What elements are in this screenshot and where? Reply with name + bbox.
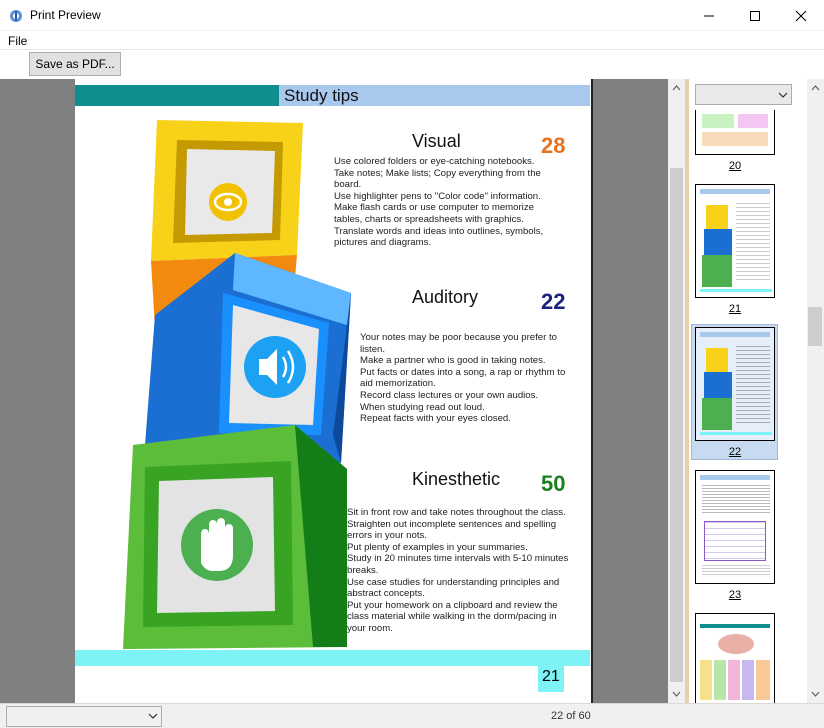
thumbnail-page-24[interactable] (695, 613, 775, 703)
chevron-down-icon (148, 713, 158, 719)
page-indicator: 22 of 60 (551, 710, 591, 722)
minimize-icon (704, 15, 714, 16)
scroll-up-icon (672, 85, 681, 91)
section-heading-visual: Visual (412, 131, 461, 151)
section-count-kinesthetic: 50 (541, 471, 566, 496)
zoom-dropdown[interactable] (6, 706, 162, 727)
thumbnail-label-22[interactable]: 22 (695, 446, 775, 458)
close-button[interactable] (778, 0, 824, 31)
section-text-kinesthetic: Sit in front row and take notes througho… (347, 507, 569, 634)
section-heading-kinesthetic: Kinesthetic (412, 469, 501, 489)
section-count-auditory: 22 (541, 289, 566, 314)
thumbnail-label-23[interactable]: 23 (695, 589, 775, 601)
thumbnail-page-22[interactable] (695, 327, 775, 441)
scroll-up-icon (811, 85, 820, 91)
print-preview-icon (10, 10, 22, 22)
thumbnail-label-20[interactable]: 20 (695, 160, 775, 172)
thumbnail-page-20[interactable] (695, 110, 775, 155)
thumbnail-label-21[interactable]: 21 (695, 303, 775, 315)
title-bar: Print Preview (0, 0, 824, 31)
chevron-down-icon (778, 92, 788, 98)
footer-bar (75, 650, 590, 666)
preview-page: Study tips Visual 28 Use colored folders… (75, 79, 591, 703)
menu-bar: File (0, 31, 824, 50)
section-text-visual: Use colored folders or eye-catching note… (334, 156, 544, 249)
page-number: 21 (542, 668, 560, 685)
scroll-down-icon (811, 691, 820, 697)
maximize-button[interactable] (732, 0, 778, 31)
thumbnail-scroll-thumb[interactable] (808, 307, 822, 346)
scroll-down-icon (672, 691, 681, 697)
save-as-pdf-button[interactable]: Save as PDF... (29, 52, 121, 76)
section-heading-auditory: Auditory (412, 287, 479, 307)
window-title: Print Preview (30, 8, 101, 22)
thumbnail-page-21[interactable] (695, 184, 775, 298)
section-text-auditory: Your notes may be poor because you prefe… (360, 332, 566, 425)
close-icon (795, 10, 807, 21)
menu-file[interactable]: File (8, 34, 27, 48)
thumbnail-page-23[interactable] (695, 470, 775, 584)
toolbar: Save as PDF... (0, 50, 824, 79)
page-dropdown[interactable] (695, 84, 792, 105)
preview-scroll-thumb[interactable] (670, 168, 683, 682)
maximize-icon (750, 10, 760, 21)
minimize-button[interactable] (686, 0, 732, 31)
page-title: Study tips (284, 86, 359, 105)
status-bar: 22 of 60 (0, 703, 824, 728)
header-teal-bar (75, 85, 279, 106)
thumbnail-scrollbar[interactable] (807, 79, 824, 703)
